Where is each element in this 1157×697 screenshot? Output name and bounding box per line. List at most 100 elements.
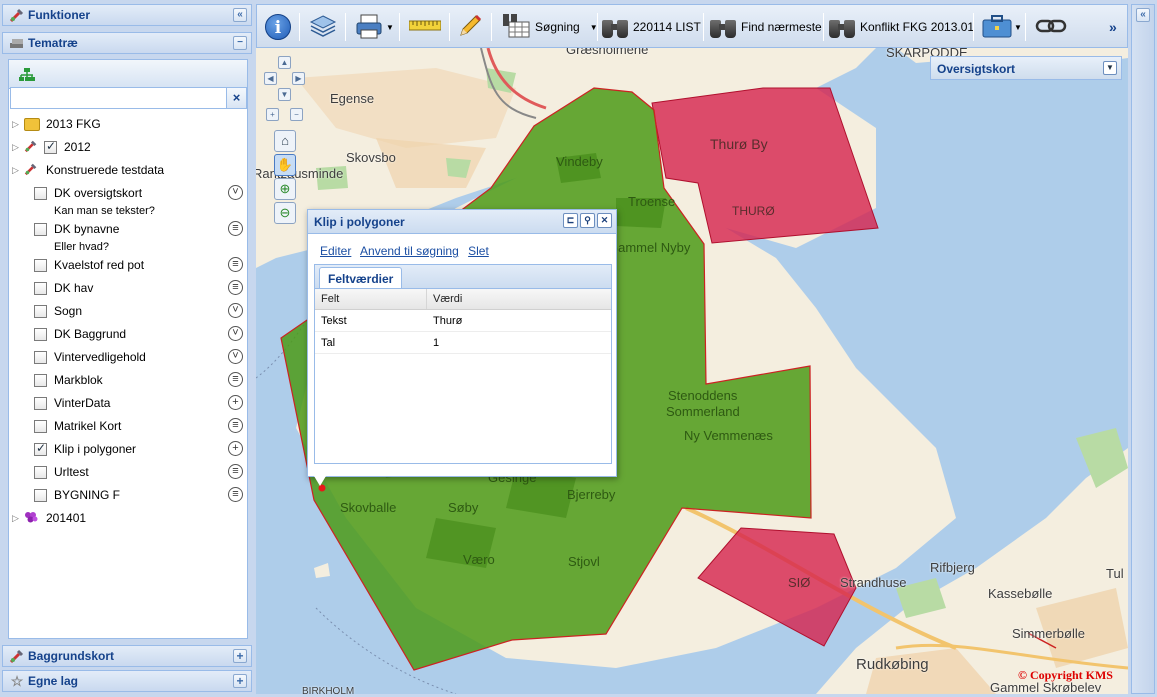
soegning-button[interactable]: Søgning ▼	[501, 11, 598, 43]
egne-lag-header[interactable]: ☆ Egne lag +	[2, 670, 252, 692]
home-button[interactable]: ⌂	[274, 130, 296, 152]
plus-circle-icon[interactable]: +	[228, 441, 243, 456]
tree-layer-urltest[interactable]: Urltest	[34, 462, 89, 482]
tree-folder-2012[interactable]: ▷ 2012	[12, 137, 91, 157]
tree-checkbox[interactable]	[34, 441, 47, 456]
tree-checkbox[interactable]	[34, 258, 47, 272]
pan-tool-button[interactable]: ✋	[274, 154, 296, 176]
tree-layer-sogn[interactable]: Sogn	[34, 301, 82, 321]
tree-checkbox[interactable]	[34, 350, 47, 364]
tree-checkbox[interactable]	[34, 419, 47, 433]
overview-map-panel[interactable]: Oversigtskort ▼	[930, 56, 1122, 80]
expand-icon[interactable]: ▷	[12, 513, 24, 524]
chevron-down-circle-icon[interactable]: ˅	[228, 303, 243, 318]
left-panel: Funktioner « Tematræ − × ▷ 2013 FKG ▷ ✓ …	[2, 4, 252, 694]
find-naermeste-button[interactable]: Find nærmeste	[709, 11, 822, 43]
tree-checkbox[interactable]	[44, 139, 57, 154]
table-row[interactable]: Tekst Thurø	[315, 310, 611, 332]
expand-icon[interactable]: ▷	[12, 165, 24, 176]
expand-icon[interactable]: ▷	[12, 142, 24, 153]
toolbox-button[interactable]: ▼	[981, 11, 1022, 43]
lines-circle-icon[interactable]: ≡	[228, 372, 243, 387]
lines-circle-icon[interactable]: ≡	[228, 280, 243, 295]
sitemap-icon[interactable]	[19, 67, 35, 86]
tree-layer-dk-oversigtskort[interactable]: DK oversigtskort	[34, 183, 142, 203]
tree-layer-dk-hav[interactable]: DK hav	[34, 278, 93, 298]
egne-lag-title: Egne lag	[28, 674, 79, 688]
expand-baggrundskort-button[interactable]: +	[233, 649, 247, 663]
tree-checkbox[interactable]	[34, 222, 47, 236]
use-in-search-link[interactable]: Anvend til søgning	[360, 244, 459, 258]
tree-layer-vintervedligehold[interactable]: Vintervedligehold	[34, 347, 146, 367]
close-icon[interactable]: ✕	[597, 213, 612, 228]
feature-popup: Klip i polygoner ⊏ ⚲ ✕ Editer Anvend til…	[307, 209, 617, 477]
edit-link[interactable]: Editer	[320, 244, 351, 258]
expand-icon[interactable]: ▷	[12, 119, 24, 130]
tree-search-input[interactable]: ×	[10, 87, 247, 109]
info-button[interactable]: i	[265, 11, 291, 43]
expand-egne-lag-button[interactable]: +	[233, 674, 247, 688]
chevron-down-circle-icon[interactable]: ˅	[228, 326, 243, 341]
table-row[interactable]: Tal 1	[315, 332, 611, 354]
lines-circle-icon[interactable]: ≡	[228, 464, 243, 479]
plus-circle-icon[interactable]: +	[228, 395, 243, 410]
zoom-out-small-button[interactable]: −	[290, 108, 303, 121]
delete-link[interactable]: Slet	[468, 244, 489, 258]
zoom-out-tool-button[interactable]: ⊖	[274, 202, 296, 224]
clear-search-button[interactable]: ×	[226, 88, 246, 108]
zoom-to-feature-icon[interactable]: ⚲	[580, 213, 595, 228]
expand-right-button[interactable]: «	[1136, 8, 1150, 22]
tree-layer-bygning-f[interactable]: BYGNING F	[34, 485, 120, 505]
funktioner-header[interactable]: Funktioner «	[2, 4, 252, 26]
tree-checkbox[interactable]	[34, 396, 47, 410]
popup-header[interactable]: Klip i polygoner ⊏ ⚲ ✕	[308, 210, 616, 234]
tree-layer-vinterdata[interactable]: VinterData	[34, 393, 110, 413]
tree-layer-matrikel-kort[interactable]: Matrikel Kort	[34, 416, 121, 436]
zoom-in-tool-button[interactable]: ⊕	[274, 178, 296, 200]
zoom-in-small-button[interactable]: +	[266, 108, 279, 121]
lines-circle-icon[interactable]: ≡	[228, 221, 243, 236]
link-button[interactable]	[1035, 11, 1067, 43]
collapse-tematrae-button[interactable]: −	[233, 36, 247, 50]
map-label-rantzausminde: Rantzausminde	[256, 166, 344, 181]
tree-layer-dk-bynavne[interactable]: DK bynavne	[34, 219, 119, 239]
baggrundskort-header[interactable]: Baggrundskort +	[2, 645, 252, 667]
collapse-left-button[interactable]: «	[233, 8, 247, 22]
tree-checkbox[interactable]	[34, 281, 47, 295]
tree-folder-201401[interactable]: ▷ 201401	[12, 508, 86, 528]
lines-circle-icon[interactable]: ≡	[228, 257, 243, 272]
pan-right-button[interactable]: ▶	[292, 72, 305, 85]
draw-button[interactable]	[457, 11, 483, 43]
layers-button[interactable]	[309, 11, 337, 43]
tree-layer-markblok[interactable]: Markblok	[34, 370, 103, 390]
tab-feltvaerdier[interactable]: Feltværdier	[319, 267, 403, 290]
column-header-felt[interactable]: Felt	[315, 289, 427, 309]
tree-checkbox[interactable]	[34, 373, 47, 387]
tree-checkbox[interactable]	[34, 465, 47, 479]
tree-checkbox[interactable]	[34, 488, 47, 502]
chevron-down-icon[interactable]: ▼	[1103, 61, 1117, 75]
pan-left-button[interactable]: ◀	[264, 72, 277, 85]
konflikt-button[interactable]: Konflikt FKG 2013.01	[828, 11, 974, 43]
chevron-down-circle-icon[interactable]: ˅	[228, 185, 243, 200]
measure-button[interactable]	[408, 11, 442, 43]
tematrae-header[interactable]: Tematræ −	[2, 32, 252, 54]
column-header-vaerdi[interactable]: Værdi	[427, 289, 611, 309]
print-button[interactable]: ▼	[355, 11, 394, 43]
chevron-down-circle-icon[interactable]: ˅	[228, 349, 243, 364]
tree-checkbox[interactable]	[34, 186, 47, 200]
tree-folder-2013-fkg[interactable]: ▷ 2013 FKG	[12, 114, 101, 134]
tree-layer-dk-baggrund[interactable]: DK Baggrund	[34, 324, 126, 344]
tree-checkbox[interactable]	[34, 304, 47, 318]
more-tools-button[interactable]: »	[1109, 11, 1117, 43]
lines-circle-icon[interactable]: ≡	[228, 487, 243, 502]
pin-icon[interactable]: ⊏	[563, 213, 578, 228]
pan-down-button[interactable]: ▼	[278, 88, 291, 101]
tree-layer-klip-i-polygoner[interactable]: Klip i polygoner	[34, 439, 136, 459]
pan-up-button[interactable]: ▲	[278, 56, 291, 69]
tree-layer-kvaelstof[interactable]: Kvaelstof red pot	[34, 255, 144, 275]
list-search-button[interactable]: 220114 LIST	[601, 11, 701, 43]
tree-folder-konstruerede[interactable]: ▷ Konstruerede testdata	[12, 160, 164, 180]
tree-checkbox[interactable]	[34, 327, 47, 341]
lines-circle-icon[interactable]: ≡	[228, 418, 243, 433]
